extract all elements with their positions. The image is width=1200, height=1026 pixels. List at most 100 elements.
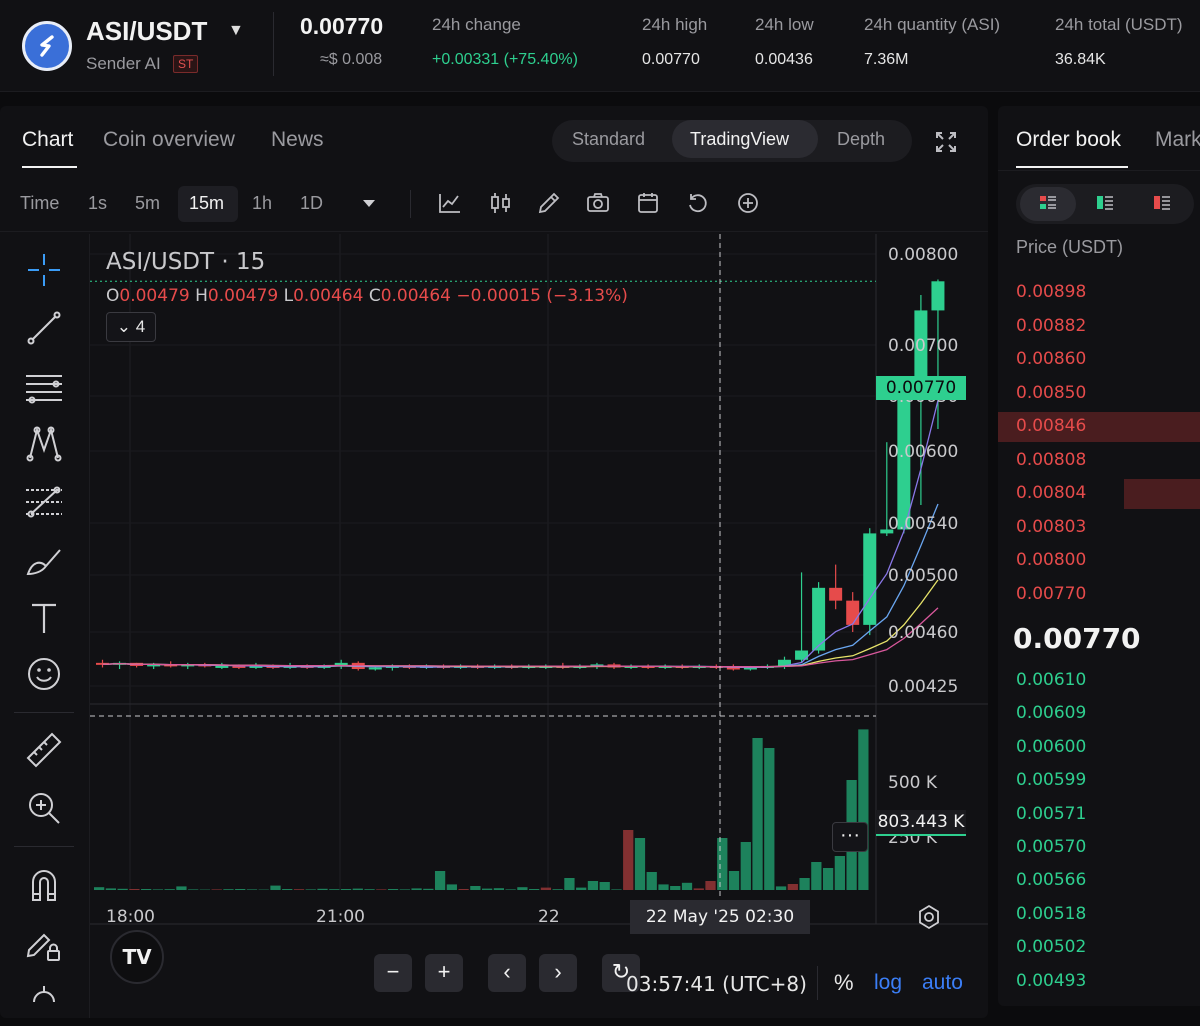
volume-bar (505, 889, 516, 890)
fib-retracement-icon[interactable] (24, 482, 64, 522)
price-column-header: Price (USDT) (1016, 237, 1123, 257)
chart-settings-icon[interactable] (916, 904, 942, 930)
view-depth[interactable]: Depth (837, 129, 885, 150)
ask-row[interactable]: 0.00803 (1016, 517, 1086, 537)
ask-row[interactable]: 0.00846 (1016, 416, 1086, 436)
volume-bar (482, 888, 493, 890)
both-sides-view-icon[interactable] (1038, 193, 1058, 213)
interval-15m[interactable]: 15m (189, 193, 224, 214)
tab-news[interactable]: News (271, 128, 324, 152)
bid-row[interactable]: 0.00571 (1016, 804, 1086, 824)
volume-bar (105, 888, 117, 890)
time-label: Time (20, 193, 60, 213)
pair-title[interactable]: ASI/USDT (86, 16, 207, 47)
pencil-icon[interactable] (536, 190, 562, 216)
volume-bar (834, 856, 845, 890)
ask-row[interactable]: 0.00850 (1016, 383, 1086, 403)
calendar-icon[interactable] (635, 190, 661, 216)
volume-bar (141, 889, 152, 890)
price-axis-label: 0.00500 (888, 566, 958, 586)
fullscreen-icon[interactable] (932, 128, 960, 156)
bid-row[interactable]: 0.00566 (1016, 870, 1086, 890)
price-chart[interactable]: 0.008000.007000.006500.006000.005400.005… (90, 234, 988, 1018)
magnet-icon[interactable] (24, 866, 64, 906)
tab-chart[interactable]: Chart (22, 128, 73, 152)
volume-bar (787, 884, 798, 890)
percent-scale-toggle[interactable]: % (834, 970, 854, 996)
indicators-toggle-button[interactable]: ⌄ 4 (106, 312, 156, 342)
horizontal-lines-icon[interactable] (24, 366, 64, 406)
volume-bar (611, 889, 622, 890)
bid-row[interactable]: 0.00502 (1016, 937, 1086, 957)
ohlc-h-key: H (195, 286, 208, 306)
add-circle-icon[interactable] (735, 190, 761, 216)
ohlc-h-value: 0.00479 (207, 286, 279, 306)
ask-row[interactable]: 0.00808 (1016, 450, 1086, 470)
chart-footer: 03:57:41 (UTC+8) % log auto (0, 954, 988, 1014)
view-tradingview[interactable]: TradingView (690, 129, 789, 150)
ask-row[interactable]: 0.00800 (1016, 550, 1086, 570)
stat-label-24h-quantity: 24h quantity (ASI) (864, 15, 1001, 34)
bid-row[interactable]: 0.00600 (1016, 737, 1086, 757)
ask-row[interactable]: 0.00898 (1016, 282, 1086, 302)
ohlc-c-value: 0.00464 (380, 286, 452, 306)
view-standard[interactable]: Standard (572, 129, 645, 150)
interval-1d[interactable]: 1D (300, 193, 323, 214)
bid-row[interactable]: 0.00609 (1016, 703, 1086, 723)
ask-row[interactable]: 0.00770 (1016, 584, 1086, 604)
more-options-button[interactable]: ··· (832, 822, 868, 852)
bid-row[interactable]: 0.00599 (1016, 770, 1086, 790)
ohlc-o-value: 0.00479 (119, 286, 190, 306)
indicators-icon[interactable] (437, 190, 463, 216)
stat-label-24h-total: 24h total (USDT) (1055, 15, 1183, 34)
zoom-in-icon[interactable] (24, 788, 64, 828)
volume-bar (317, 888, 328, 890)
bid-row[interactable]: 0.00518 (1016, 904, 1086, 924)
time-axis-label: 21:00 (316, 907, 365, 927)
text-tool-icon[interactable] (24, 598, 64, 638)
volume-bar (305, 889, 316, 890)
tab-order-book[interactable]: Order book (1016, 128, 1121, 152)
interval-1h[interactable]: 1h (252, 193, 272, 214)
volume-bar (340, 889, 352, 890)
ask-row[interactable]: 0.00882 (1016, 316, 1086, 336)
emoji-icon[interactable] (24, 654, 64, 694)
candle-body (931, 281, 945, 311)
auto-scale-toggle[interactable]: auto (922, 971, 963, 995)
bids-view-icon[interactable] (1095, 193, 1115, 213)
asks-view-icon[interactable] (1152, 193, 1172, 213)
ask-row[interactable]: 0.00804 (1016, 483, 1086, 503)
bid-row[interactable]: 0.00570 (1016, 837, 1086, 857)
stat-value-24h-total: 36.84K (1055, 51, 1106, 68)
price-axis-label: 0.00600 (888, 442, 958, 462)
ruler-icon[interactable] (24, 730, 64, 770)
pattern-icon[interactable] (24, 424, 64, 464)
tools-divider-2 (14, 846, 74, 847)
trend-line-icon[interactable] (24, 308, 64, 348)
interval-1s[interactable]: 1s (88, 193, 107, 214)
brush-icon[interactable] (24, 540, 64, 580)
tab-coin-overview[interactable]: Coin overview (103, 128, 235, 152)
ask-row[interactable]: 0.00860 (1016, 349, 1086, 369)
st-badge: ST (173, 55, 199, 73)
volume-bar (587, 881, 599, 890)
crosshair-icon[interactable] (24, 250, 64, 290)
interval-dropdown-icon[interactable] (356, 190, 382, 216)
log-scale-toggle[interactable]: log (874, 971, 902, 995)
camera-icon[interactable] (585, 190, 611, 216)
token-logo (22, 21, 72, 71)
stat-value-24h-low: 0.00436 (755, 51, 813, 68)
volume-bar (235, 889, 246, 890)
time-axis-label: 18:00 (106, 907, 155, 927)
interval-5m[interactable]: 5m (135, 193, 160, 214)
crosshair-date-tag: 22 May '25 02:30 (630, 900, 810, 934)
chart-area[interactable]: 0.008000.007000.006500.006000.005400.005… (90, 234, 988, 1018)
candle-type-icon[interactable] (488, 190, 514, 216)
pair-dropdown-icon[interactable]: ▼ (228, 22, 244, 40)
replay-icon[interactable] (685, 190, 711, 216)
ask-depth-bar (1124, 479, 1200, 509)
bid-row[interactable]: 0.00610 (1016, 670, 1086, 690)
volume-bar (411, 888, 422, 890)
tab-market-trades[interactable]: Mark (1155, 128, 1200, 152)
bid-row[interactable]: 0.00493 (1016, 971, 1086, 991)
